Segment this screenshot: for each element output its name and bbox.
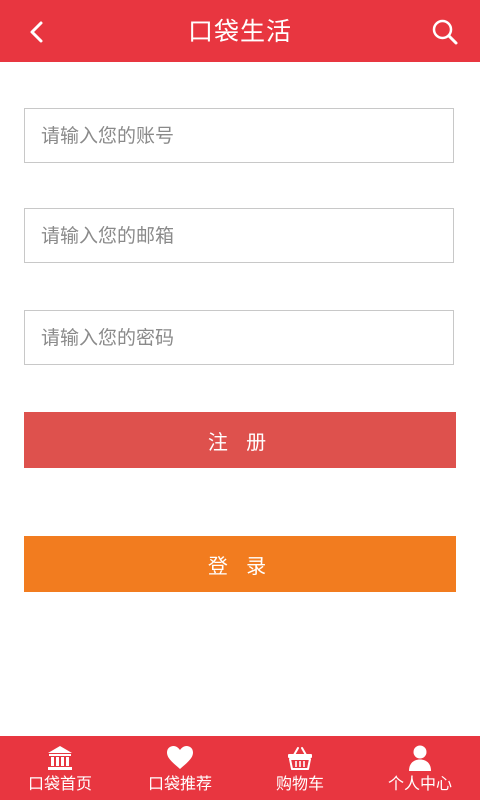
tab-home-label: 口袋首页 xyxy=(27,774,92,793)
register-form: 注 册 登 录 xyxy=(0,62,480,736)
search-icon xyxy=(432,19,458,45)
account-field xyxy=(24,108,454,163)
page-title: 口袋生活 xyxy=(187,17,292,46)
search-button[interactable] xyxy=(430,17,460,47)
login-button[interactable]: 登 录 xyxy=(24,536,456,592)
basket-icon xyxy=(285,743,315,773)
login-button-label: 登 录 xyxy=(207,553,273,578)
tab-recommend-label: 口袋推荐 xyxy=(147,774,212,793)
email-input[interactable] xyxy=(25,209,453,262)
tab-home[interactable]: 口袋首页 xyxy=(0,736,120,800)
tab-cart[interactable]: 购物车 xyxy=(240,736,360,800)
user-icon xyxy=(405,743,435,773)
register-button[interactable]: 注 册 xyxy=(24,412,456,468)
password-input[interactable] xyxy=(25,311,453,364)
tab-recommend[interactable]: 口袋推荐 xyxy=(120,736,240,800)
email-field xyxy=(24,208,454,263)
heart-icon xyxy=(165,743,195,773)
bottom-tab-bar: 口袋首页 口袋推荐 购物车 个人中心 xyxy=(0,736,480,800)
bank-icon xyxy=(45,743,75,773)
tab-profile-label: 个人中心 xyxy=(387,774,452,793)
tab-profile[interactable]: 个人中心 xyxy=(360,736,480,800)
password-field xyxy=(24,310,454,365)
tab-cart-label: 购物车 xyxy=(275,774,324,793)
account-input[interactable] xyxy=(25,109,453,162)
app-header: 口袋生活 xyxy=(0,0,480,62)
register-button-label: 注 册 xyxy=(207,429,273,454)
